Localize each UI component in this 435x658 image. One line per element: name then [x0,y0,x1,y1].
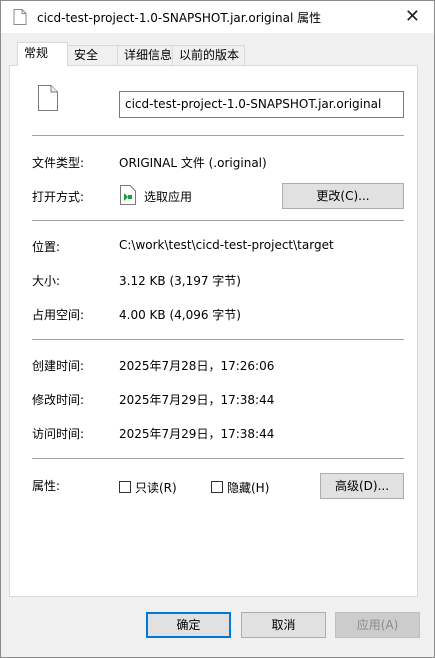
accessed-label: 访问时间: [32,427,85,441]
attributes-label: 属性: [32,479,61,493]
document-icon [38,85,58,111]
advanced-button[interactable]: 高级(D)... [320,473,404,499]
accessed-value: 2025年7月29日，17:38:44 [119,427,275,441]
title-bar[interactable]: cicd-test-project-1.0-SNAPSHOT.jar.origi… [1,1,434,33]
file-type-label: 文件类型: [32,156,85,170]
size-on-disk-value: 4.00 KB (4,096 字节) [119,308,241,322]
tab-previous-versions[interactable]: 以前的版本 [172,45,245,65]
window-title: cicd-test-project-1.0-SNAPSHOT.jar.origi… [37,11,322,25]
hidden-label[interactable]: 隐藏(H) [227,479,269,496]
file-icon [13,9,27,25]
divider [32,135,404,136]
size-on-disk-label: 占用空间: [32,308,85,322]
size-value: 3.12 KB (3,197 字节) [119,274,241,288]
divider [32,220,404,221]
pick-app-icon [120,185,136,205]
readonly-checkbox[interactable] [119,481,131,493]
tab-general[interactable]: 常规 [17,42,68,66]
created-label: 创建时间: [32,359,85,373]
location-label: 位置: [32,240,61,254]
general-panel: cicd-test-project-1.0-SNAPSHOT.jar.origi… [9,65,418,597]
created-value: 2025年7月28日，17:26:06 [119,359,275,373]
properties-dialog: cicd-test-project-1.0-SNAPSHOT.jar.origi… [0,0,435,658]
tab-details[interactable]: 详细信息 [117,45,173,65]
divider [32,339,404,340]
apply-button[interactable]: 应用(A) [335,612,420,638]
cancel-button[interactable]: 取消 [241,612,326,638]
hidden-checkbox[interactable] [211,481,223,493]
tab-security[interactable]: 安全 [67,45,118,65]
modified-value: 2025年7月29日，17:38:44 [119,393,275,407]
readonly-label[interactable]: 只读(R) [135,479,177,496]
ok-button[interactable]: 确定 [146,612,231,638]
divider [32,458,404,459]
close-icon[interactable]: ✕ [405,6,420,27]
file-name-input[interactable]: cicd-test-project-1.0-SNAPSHOT.jar.origi… [119,91,404,118]
modified-label: 修改时间: [32,393,85,407]
location-value: C:\work\test\cicd-test-project\target [119,238,334,252]
file-type-value: ORIGINAL 文件 (.original) [119,156,267,170]
open-with-label: 打开方式: [32,190,85,204]
size-label: 大小: [32,274,61,288]
open-with-value: 选取应用 [144,190,193,204]
change-button[interactable]: 更改(C)... [282,183,404,209]
